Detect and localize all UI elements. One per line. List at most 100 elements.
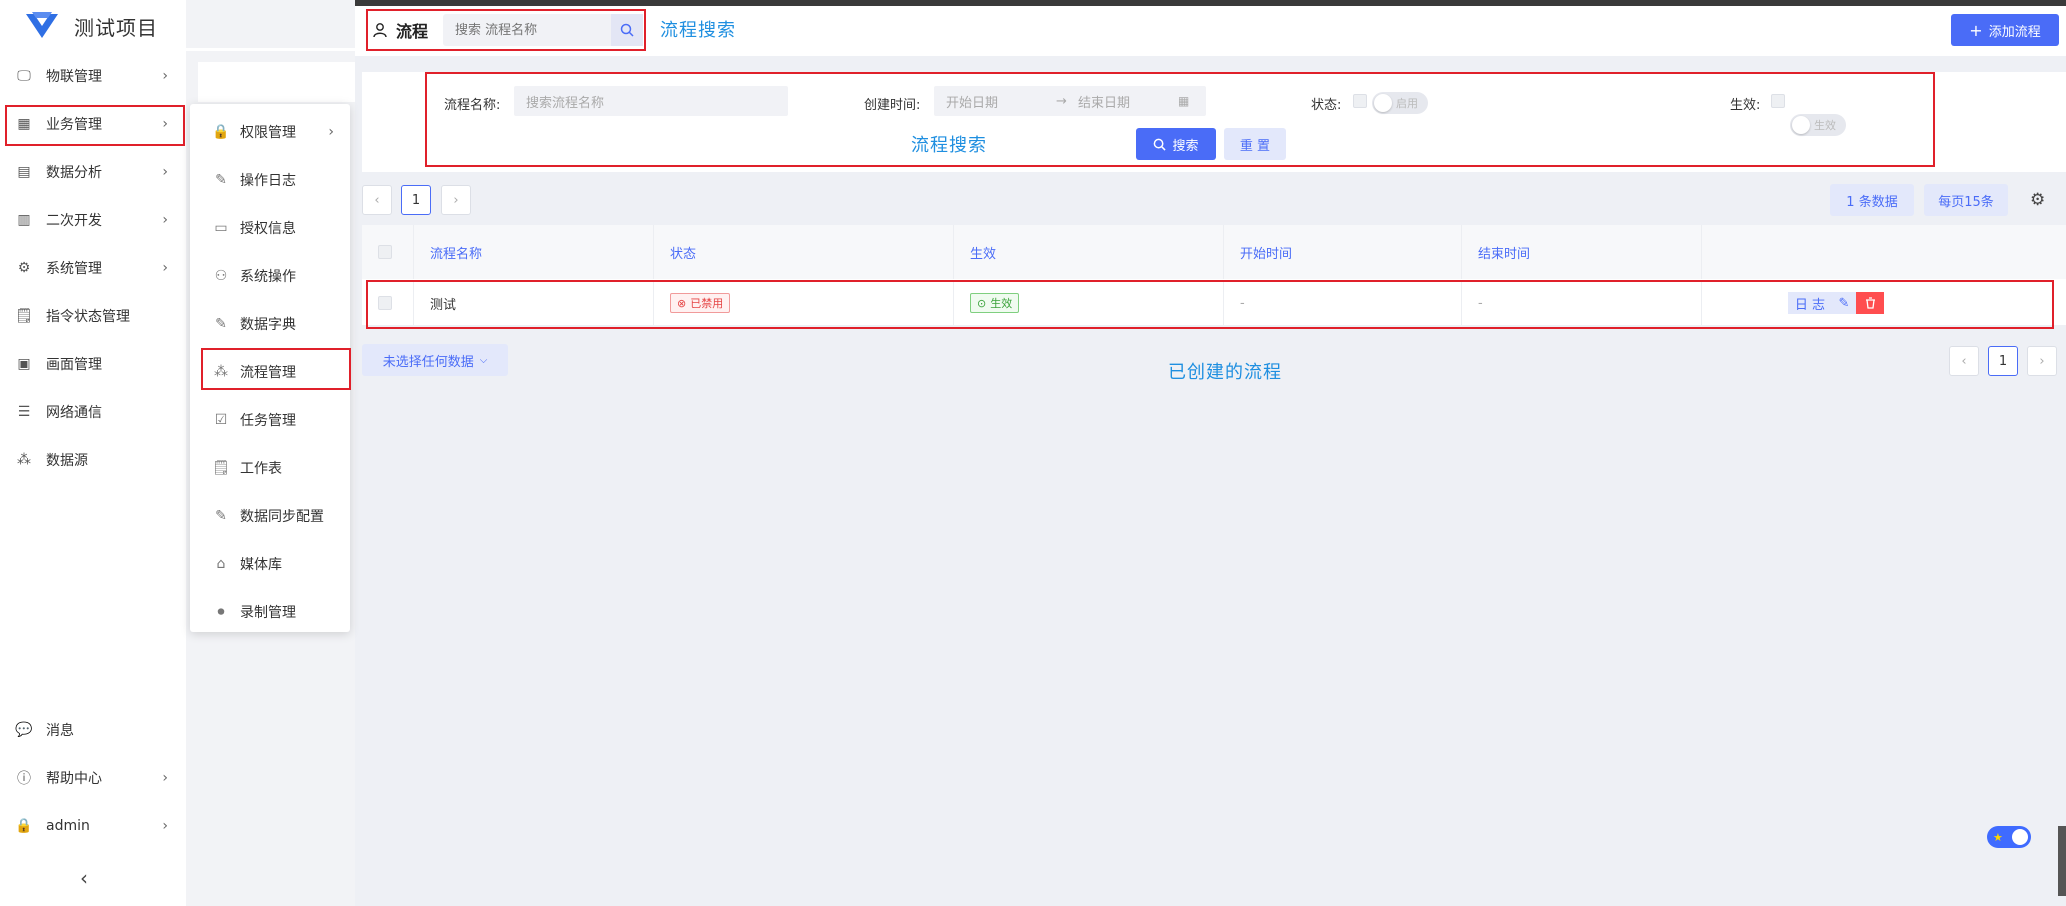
status-cell: ⊗ 已禁用: [654, 281, 954, 325]
grid-icon: ▦: [17, 116, 31, 132]
submenu-item-3[interactable]: ⚇ 系统操作: [190, 254, 350, 298]
submenu-item-7[interactable]: 🗒 工作表: [190, 446, 350, 490]
submenu-item-label: 操作日志: [240, 173, 296, 189]
status-checkbox[interactable]: [1353, 94, 1367, 108]
sidebar-item-2[interactable]: 🔒 admin ›: [0, 804, 186, 848]
chevron-right-icon: ›: [162, 212, 168, 228]
header-search-button[interactable]: [611, 14, 643, 46]
status-toggle[interactable]: 启用: [1372, 92, 1428, 114]
submenu-item-label: 数据字典: [240, 317, 296, 333]
chevron-right-icon: ›: [162, 68, 168, 84]
circles-icon: ⚇: [214, 268, 228, 284]
divider: [186, 48, 355, 51]
header-annotation: 流程搜索: [660, 20, 736, 41]
next-page-button[interactable]: ›: [2027, 346, 2057, 376]
collapse-sidebar-button[interactable]: ‹: [80, 866, 88, 890]
prev-page-button[interactable]: ‹: [1949, 346, 1979, 376]
sidebar-item-1[interactable]: ▦ 业务管理 ›: [0, 102, 186, 146]
column-header: 流程名称: [414, 225, 654, 279]
effect-badge-label: 生效: [990, 297, 1013, 310]
cluster-icon: ⁂: [17, 452, 31, 468]
star-icon: ★: [1993, 830, 2003, 844]
add-flow-label: 添加流程: [1988, 24, 2041, 40]
date-range-picker[interactable]: 开始日期 → 结束日期 ▦: [934, 86, 1206, 116]
time-filter-label: 创建时间:: [864, 98, 921, 113]
app-logo[interactable]: 测试项目: [22, 8, 158, 44]
edit-doc-icon: ✎: [215, 316, 227, 332]
submenu-item-4[interactable]: ✎ 数据字典: [190, 302, 350, 346]
sidebar-item-5[interactable]: 🗒 指令状态管理: [0, 294, 186, 338]
theme-toggle[interactable]: ★: [1987, 826, 2031, 848]
prev-page-button[interactable]: ‹: [362, 185, 392, 215]
submenu-item-2[interactable]: ▭ 授权信息: [190, 206, 350, 250]
sidebar-item-1[interactable]: ⓘ 帮助中心 ›: [0, 756, 186, 800]
check-circle-icon: ⊙: [977, 296, 987, 310]
page-title-area: 流程: [372, 18, 428, 42]
sidebar-item-6[interactable]: ▣ 画面管理: [0, 342, 186, 386]
status-badge-label: 已禁用: [690, 297, 724, 310]
license-icon: ▭: [214, 220, 228, 236]
row-select-checkbox[interactable]: [362, 281, 414, 325]
sidebar-item-0[interactable]: 💬 消息: [0, 708, 186, 752]
cluster-icon: ⁂: [214, 364, 228, 380]
effect-toggle[interactable]: 生效: [1790, 114, 1846, 136]
search-icon: [1154, 138, 1167, 151]
next-page-button[interactable]: ›: [441, 185, 471, 215]
lock-icon: 🔒: [212, 124, 230, 140]
end-time-cell: -: [1462, 281, 1702, 325]
sidebar-item-8[interactable]: ⁂ 数据源: [0, 438, 186, 482]
column-header: 状态: [654, 225, 954, 279]
submenu-item-label: 媒体库: [240, 557, 282, 573]
submenu-item-label: 任务管理: [240, 413, 296, 429]
submenu-item-label: 授权信息: [240, 221, 296, 237]
log-button[interactable]: 日 志: [1788, 292, 1832, 314]
submenu-item-10[interactable]: ⏺ 录制管理: [190, 590, 350, 634]
effect-filter-label: 生效:: [1730, 98, 1761, 113]
chevron-right-icon: ›: [162, 164, 168, 180]
flow-name-cell[interactable]: 测试: [414, 281, 654, 325]
submenu-item-6[interactable]: ☑ 任务管理: [190, 398, 350, 442]
effect-checkbox[interactable]: [1771, 94, 1785, 108]
sidebar-item-label: 系统管理: [46, 261, 102, 277]
submenu-item-5[interactable]: ⁂ 流程管理: [190, 350, 350, 394]
settings-gear-icon[interactable]: ⚙: [2030, 190, 2045, 210]
submenu-item-9[interactable]: ⌂ 媒体库: [190, 542, 350, 586]
reset-button[interactable]: 重 置: [1224, 128, 1286, 160]
selection-dropdown[interactable]: 未选择任何数据 ⌵: [362, 344, 508, 376]
gear-icon: ⚙: [17, 260, 31, 276]
sidebar-item-label: 物联管理: [46, 69, 102, 85]
sidebar-item-3[interactable]: ▥ 二次开发 ›: [0, 198, 186, 242]
end-date-input[interactable]: 结束日期: [1078, 92, 1178, 111]
submenu-item-8[interactable]: ✎ 数据同步配置: [190, 494, 350, 538]
name-filter-input[interactable]: 搜索流程名称: [514, 86, 788, 116]
submenu-item-label: 系统操作: [240, 269, 296, 285]
sidebar-item-label: 帮助中心: [46, 771, 102, 787]
sidebar-item-0[interactable]: 🖵 物联管理 ›: [0, 54, 186, 98]
page-1-button[interactable]: 1: [1988, 346, 2018, 376]
chat-icon: 💬: [15, 722, 33, 738]
start-date-input[interactable]: 开始日期: [946, 92, 1056, 111]
effect-badge: ⊙ 生效: [970, 293, 1020, 313]
header-search-input[interactable]: [443, 14, 613, 46]
scroll-icon: 🗒: [212, 460, 230, 476]
page-title: 流程: [396, 22, 429, 41]
flow-table: 流程名称 状态 生效 开始时间 结束时间 测试 ⊗ 已禁用 ⊙ 生效 - - 日 志…: [362, 225, 2066, 325]
edit-pencil-icon[interactable]: ✎: [1832, 292, 1856, 314]
submenu-item-0[interactable]: 🔒 权限管理 ›: [190, 110, 350, 154]
sidebar-item-2[interactable]: ▤ 数据分析 ›: [0, 150, 186, 194]
help-icon: ⓘ: [17, 771, 31, 787]
chevron-right-icon: ›: [162, 770, 168, 786]
edit-doc-icon: ✎: [215, 508, 227, 524]
logo-icon: [26, 12, 58, 38]
delete-trash-icon[interactable]: [1856, 292, 1884, 314]
header-select-all[interactable]: [362, 225, 414, 279]
page-1-button[interactable]: 1: [401, 185, 431, 215]
sidebar-item-4[interactable]: ⚙ 系统管理 ›: [0, 246, 186, 290]
search-button[interactable]: 搜索: [1136, 128, 1216, 160]
add-flow-button[interactable]: + 添加流程: [1951, 14, 2059, 46]
column-header: 生效: [954, 225, 1224, 279]
submenu-item-1[interactable]: ✎ 操作日志: [190, 158, 350, 202]
page-size-select[interactable]: 每页15条: [1924, 184, 2008, 216]
side-handle[interactable]: [2058, 826, 2066, 896]
sidebar-item-7[interactable]: ☰ 网络通信: [0, 390, 186, 434]
